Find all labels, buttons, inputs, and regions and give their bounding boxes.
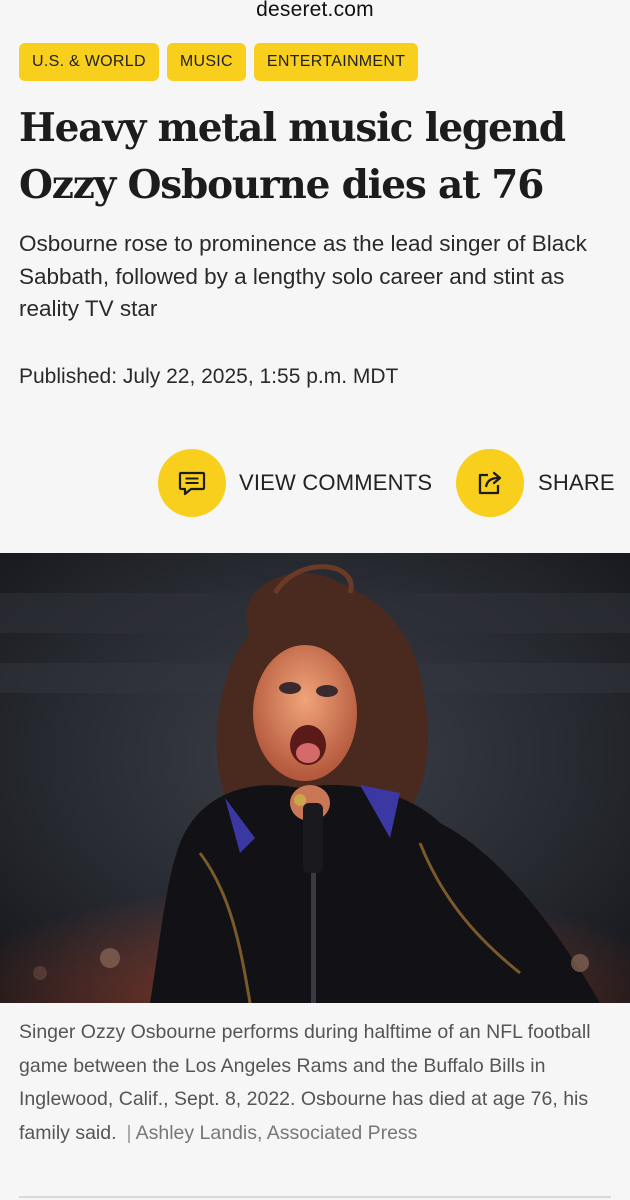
tag-entertainment[interactable]: ENTERTAINMENT <box>253 43 419 81</box>
headline-line-1: Heavy metal music legend <box>19 105 566 151</box>
url-text: deseret.com <box>256 0 374 21</box>
url-bar[interactable]: deseret.com <box>0 0 630 26</box>
photo-caption: Singer Ozzy Osbourne performs during hal… <box>19 1016 619 1150</box>
headline-line-2: Ozzy Osbourne dies at 76 <box>19 162 544 208</box>
tag-music[interactable]: MUSIC <box>166 43 246 81</box>
divider <box>19 1196 611 1198</box>
performer-photo <box>0 553 630 1003</box>
article-headline: Heavy metal music legend Ozzy Osbourne d… <box>19 100 609 214</box>
category-tags: U.S. & WORLD MUSIC ENTERTAINMENT <box>19 43 419 81</box>
share-label: SHARE <box>538 470 615 495</box>
article-photo[interactable] <box>0 553 630 1003</box>
article-subheadline: Osbourne rose to prominence as the lead … <box>19 231 587 321</box>
comment-icon <box>158 449 226 517</box>
caption-separator: | <box>126 1121 132 1144</box>
article-actions: VIEW COMMENTS SHARE <box>0 449 630 517</box>
share-button[interactable]: SHARE <box>456 449 615 517</box>
share-icon <box>456 449 524 517</box>
published-date: Published: July 22, 2025, 1:55 p.m. MDT <box>19 365 399 388</box>
view-comments-label: VIEW COMMENTS <box>239 470 433 495</box>
article-page: deseret.com U.S. & WORLD MUSIC ENTERTAIN… <box>0 0 630 1200</box>
tag-us-world[interactable]: U.S. & WORLD <box>19 43 159 81</box>
view-comments-button[interactable]: VIEW COMMENTS <box>158 449 432 517</box>
photo-credit: Ashley Landis, Associated Press <box>135 1121 418 1144</box>
